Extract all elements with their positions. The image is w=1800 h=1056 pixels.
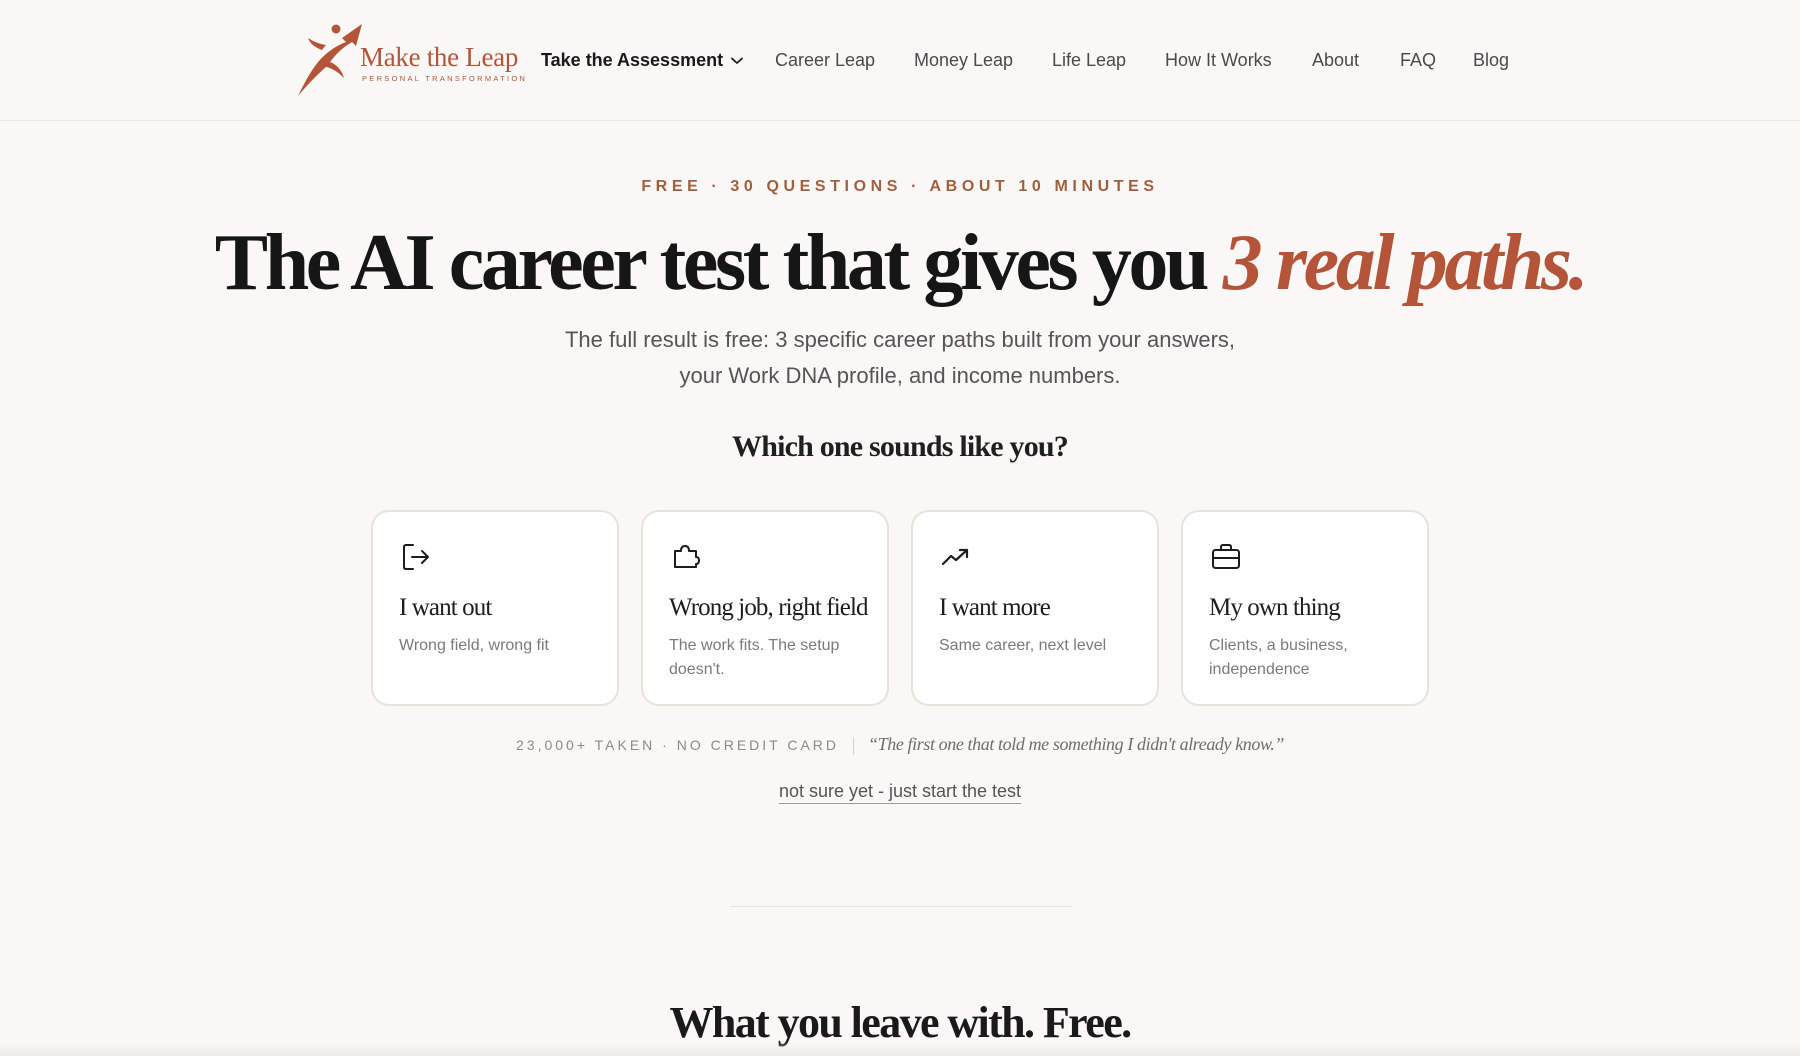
proof-stats: 23,000+ TAKEN · NO CREDIT CARD: [516, 737, 840, 753]
testimonial-quote: “The first one that told me something I …: [868, 734, 1284, 754]
hero-eyebrow: FREE · 30 QUESTIONS · ABOUT 10 MINUTES: [641, 178, 1159, 195]
start-link-wrapper: not sure yet - just start the test: [0, 781, 1800, 804]
section-divider: [730, 906, 1072, 907]
start-test-link[interactable]: not sure yet - just start the test: [778, 781, 1022, 804]
exit-door-icon: [403, 544, 429, 570]
bottom-fade: [0, 1042, 1800, 1056]
nav-take-the-assessment[interactable]: Take the Assessment: [541, 48, 743, 72]
persona-card-own-thing[interactable]: My own thing Clients, a business, indepe…: [1181, 510, 1429, 706]
main-nav: Take the Assessment Career Leap Money Le…: [0, 48, 1800, 74]
persona-card-wrong-job[interactable]: Wrong job, right field The work fits. Th…: [641, 510, 889, 706]
card-title: I want out: [399, 594, 492, 621]
card-title: My own thing: [1209, 594, 1341, 621]
card-description: Clients, a business, independence: [1209, 637, 1348, 678]
hero-headline: The AI career test that gives you 3 real…: [0, 208, 1800, 318]
subtitle-line-1: The full result is free: 3 specific care…: [564, 327, 1236, 352]
nav-blog[interactable]: Blog: [1473, 48, 1509, 72]
headline-main: The AI career test that gives you: [214, 219, 1210, 307]
headline-accent: 3 real paths.: [1222, 219, 1589, 307]
social-proof: 23,000+ TAKEN · NO CREDIT CARD “The first…: [0, 734, 1800, 756]
trending-up-icon: [941, 548, 969, 566]
brand-tagline: PERSONAL TRANSFORMATION: [362, 74, 528, 83]
chevron-down-icon: [731, 57, 743, 65]
site-header: Make the Leap PERSONAL TRANSFORMATION Ta…: [0, 0, 1800, 121]
nav-about[interactable]: About: [1312, 48, 1359, 72]
card-title: Wrong job, right field: [669, 594, 869, 621]
card-description: Same career, next level: [939, 637, 1107, 654]
card-title: I want more: [939, 594, 1051, 621]
nav-faq[interactable]: FAQ: [1400, 48, 1436, 72]
nav-money-leap[interactable]: Money Leap: [914, 48, 1013, 72]
subtitle-line-2: your Work DNA profile, and income number…: [679, 363, 1121, 388]
briefcase-icon: [1212, 544, 1240, 569]
proof-separator: [853, 737, 855, 756]
persona-question: Which one sounds like you?: [732, 430, 1069, 463]
persona-card-want-out[interactable]: I want out Wrong field, wrong fit: [371, 510, 619, 706]
puzzle-piece-icon: [674, 545, 700, 568]
hero-subtitle: The full result is free: 3 specific care…: [0, 322, 1800, 394]
card-description: Wrong field, wrong fit: [399, 637, 549, 654]
nav-career-leap[interactable]: Career Leap: [775, 48, 875, 72]
nav-how-it-works[interactable]: How It Works: [1165, 48, 1272, 72]
persona-card-want-more[interactable]: I want more Same career, next level: [911, 510, 1159, 706]
card-description: The work fits. The setup doesn't.: [669, 637, 840, 678]
nav-life-leap[interactable]: Life Leap: [1052, 48, 1126, 72]
nav-label: Take the Assessment: [541, 50, 724, 70]
